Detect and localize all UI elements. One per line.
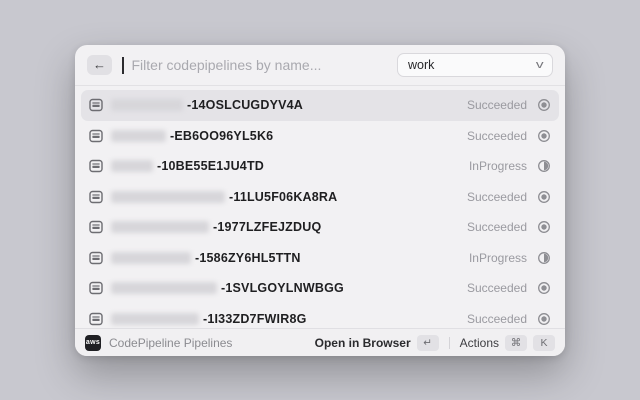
status-label: Succeeded [467,190,527,204]
aws-logo-icon: aws [85,335,101,351]
pipeline-row[interactable]: -1586ZY6HL5TTN InProgress [81,243,559,274]
status-label: Succeeded [467,129,527,143]
return-key-icon: ↵ [417,335,439,351]
pipeline-row[interactable]: -1977LZFEJZDUQ Succeeded [81,212,559,243]
footer-divider [449,337,450,349]
redacted-name-blur [111,282,217,294]
text-cursor [122,57,124,74]
command-key-icon: ⌘ [505,335,527,351]
inprogress-icon [537,159,551,173]
open-in-browser-label: Open in Browser [315,336,411,350]
redacted-name-blur [111,130,166,142]
redacted-name-blur [111,99,183,111]
actions-label: Actions [460,336,499,350]
pipeline-icon [89,129,103,143]
chevron-down-icon: v [535,59,543,71]
pipeline-name-suffix: -1SVLGOYLNWBGG [221,281,459,295]
pipeline-icon [89,251,103,265]
open-in-browser-button[interactable]: Open in Browser ↵ [315,335,439,351]
inprogress-icon [537,251,551,265]
back-button[interactable]: ← [87,55,112,75]
actions-button[interactable]: Actions ⌘ K [460,335,555,351]
dropdown-value: work [408,58,434,72]
redacted-name-blur [111,252,191,264]
pipeline-icon [89,98,103,112]
status-label: Succeeded [467,98,527,112]
pipeline-name-suffix: -11LU5F06KA8RA [229,190,459,204]
pipeline-name-suffix: -14OSLCUGDYV4A [187,98,459,112]
redacted-name-blur [111,221,209,233]
command-palette-window: ← work v -14OSLCUGDYV4A Succeeded -EB6OO… [75,45,565,356]
pipeline-name-suffix: -EB6OO96YL5K6 [170,129,459,143]
status-label: InProgress [469,159,527,173]
pipeline-row[interactable]: -1SVLGOYLNWBGG Succeeded [81,273,559,304]
pipeline-name-suffix: -1977LZFEJZDUQ [213,220,459,234]
profile-dropdown[interactable]: work v [397,53,553,77]
pipeline-icon [89,220,103,234]
pipeline-name-suffix: -10BE55E1JU4TD [157,159,461,173]
pipeline-name-suffix: -1586ZY6HL5TTN [195,251,461,265]
pipeline-row[interactable]: -14OSLCUGDYV4A Succeeded [81,90,559,121]
redacted-name-blur [111,191,225,203]
succeeded-icon [537,281,551,295]
status-bar: aws CodePipeline Pipelines Open in Brows… [75,328,565,356]
pipeline-icon [89,159,103,173]
pipeline-row[interactable]: -10BE55E1JU4TD InProgress [81,151,559,182]
succeeded-icon [537,220,551,234]
redacted-name-blur [111,313,199,325]
pipeline-icon [89,312,103,326]
k-key-icon: K [533,335,555,351]
pipeline-icon [89,190,103,204]
extension-name: CodePipeline Pipelines [109,336,307,350]
succeeded-icon [537,190,551,204]
pipeline-row[interactable]: -1I33ZD7FWIR8G Succeeded [81,304,559,329]
search-input[interactable] [132,57,390,73]
status-label: Succeeded [467,281,527,295]
pipeline-icon [89,281,103,295]
search-header: ← work v [75,45,565,86]
status-label: InProgress [469,251,527,265]
succeeded-icon [537,98,551,112]
pipeline-row[interactable]: -EB6OO96YL5K6 Succeeded [81,121,559,152]
succeeded-icon [537,129,551,143]
status-label: Succeeded [467,220,527,234]
pipeline-row[interactable]: -11LU5F06KA8RA Succeeded [81,182,559,213]
pipeline-name-suffix: -1I33ZD7FWIR8G [203,312,459,326]
redacted-name-blur [111,160,153,172]
pipeline-list: -14OSLCUGDYV4A Succeeded -EB6OO96YL5K6 S… [75,86,565,328]
status-label: Succeeded [467,312,527,326]
succeeded-icon [537,312,551,326]
